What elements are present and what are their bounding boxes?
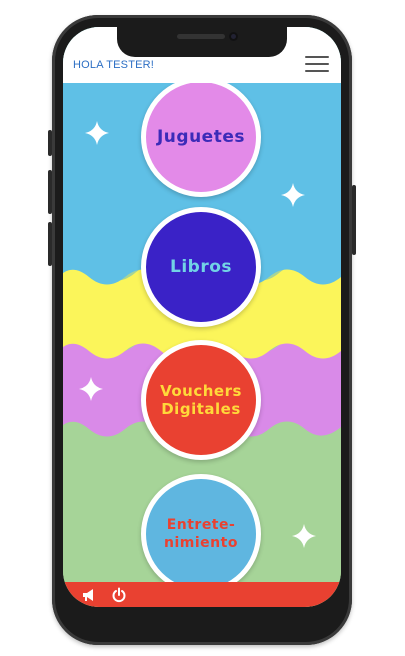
camera-icon	[229, 32, 238, 41]
phone-power-button	[352, 185, 356, 255]
category-label: Libros	[169, 257, 232, 277]
category-juguetes-button[interactable]: Juguetes	[141, 77, 261, 197]
category-label: Entrete-nimiento	[164, 517, 238, 551]
phone-volume-down	[48, 222, 52, 266]
app-screen: HOLA TESTER! Juguetes Libros Vouchers Di…	[63, 27, 341, 607]
megaphone-icon[interactable]	[81, 587, 97, 603]
phone-notch	[117, 27, 287, 57]
category-label: Vouchers Digitales	[160, 382, 242, 418]
speaker-grille	[177, 34, 225, 39]
power-icon[interactable]	[111, 587, 127, 603]
category-libros-button[interactable]: Libros	[141, 207, 261, 327]
greeting-text: HOLA TESTER!	[73, 59, 155, 71]
phone-volume-up	[48, 170, 52, 214]
hamburger-menu-icon[interactable]	[305, 56, 329, 72]
category-label: Juguetes	[156, 127, 245, 147]
phone-side-button	[48, 130, 52, 156]
category-entretenimiento-button[interactable]: Entrete-nimiento	[141, 474, 261, 594]
category-vouchers-button[interactable]: Vouchers Digitales	[141, 340, 261, 460]
app-footer	[63, 582, 341, 607]
